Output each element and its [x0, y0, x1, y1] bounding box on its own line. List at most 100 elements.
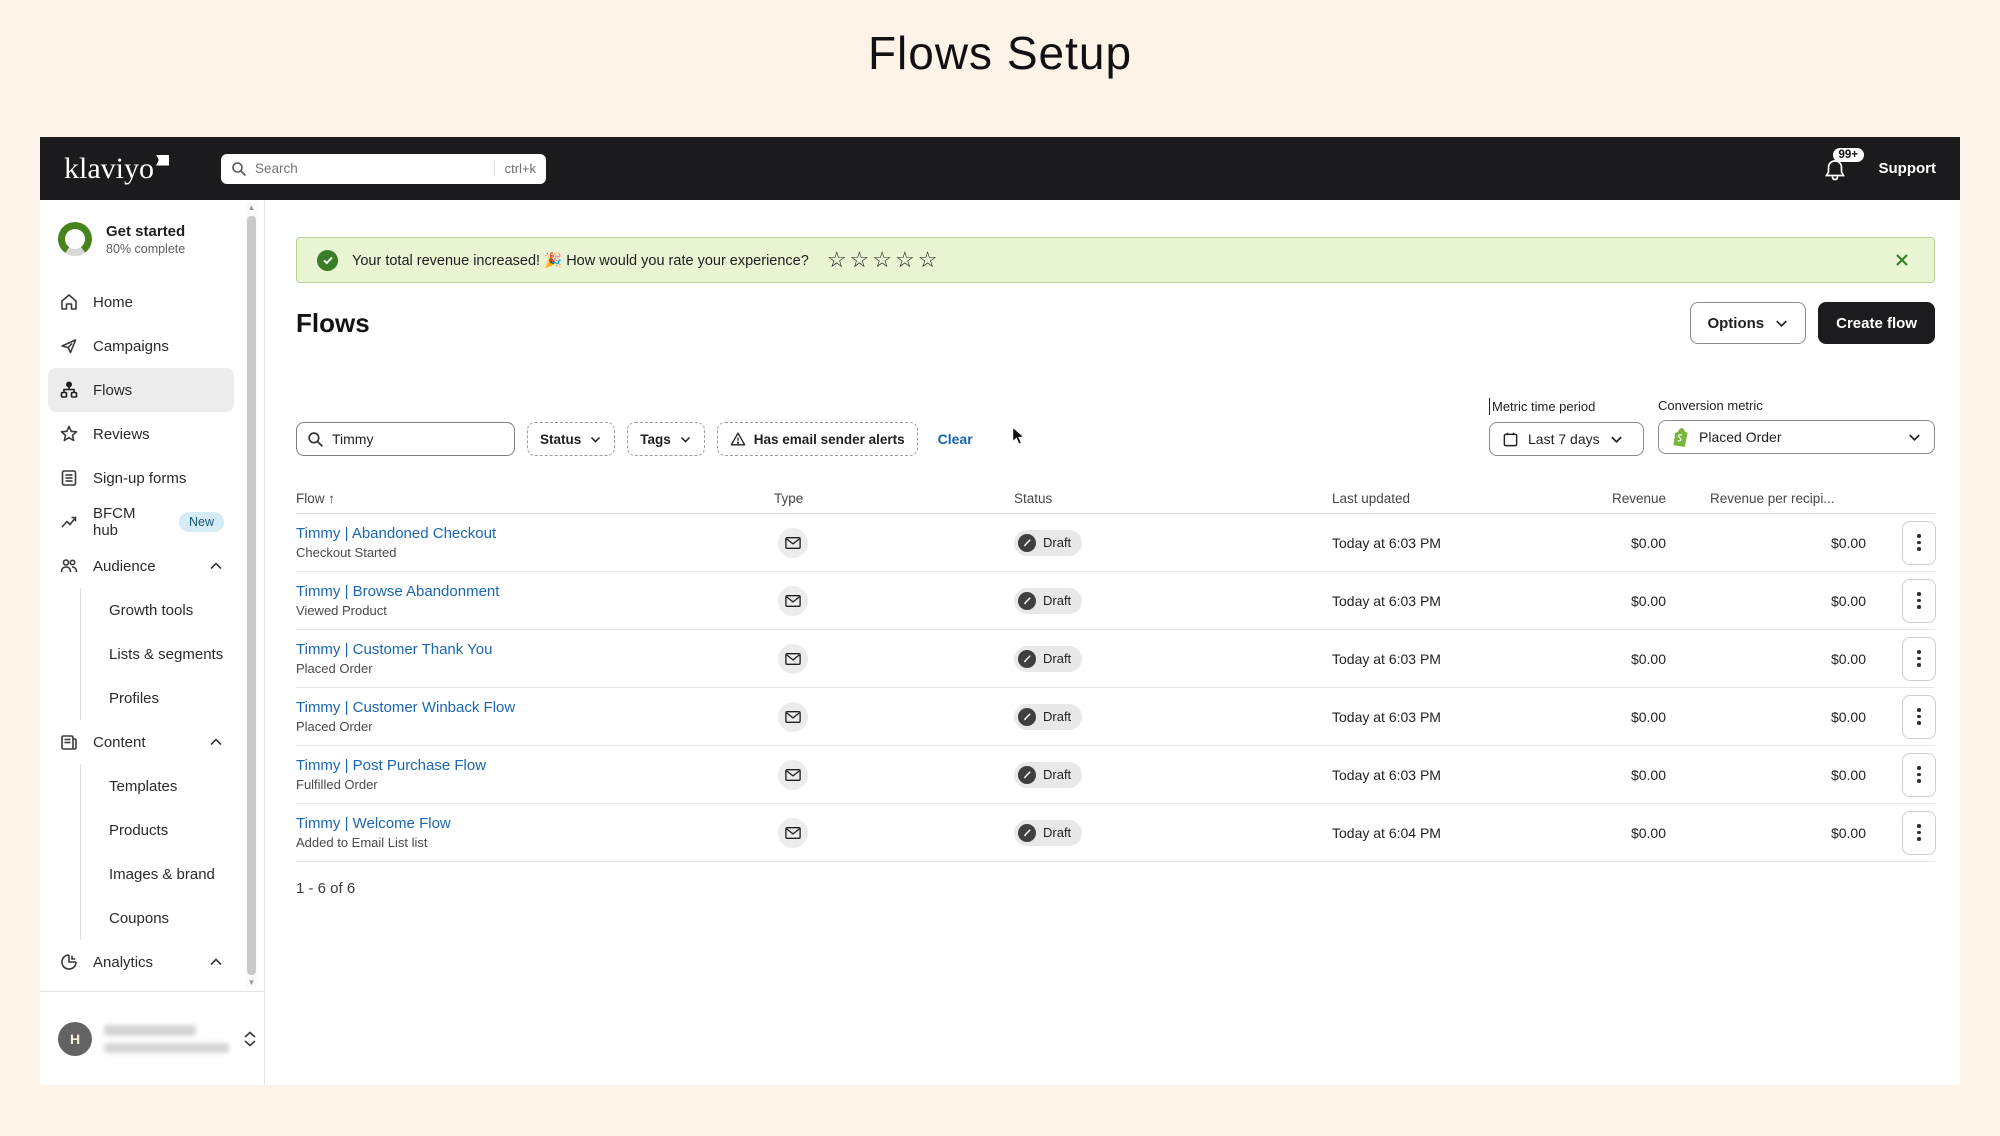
new-badge: New	[178, 512, 224, 532]
conversion-metric-select[interactable]: Placed Order	[1658, 420, 1935, 454]
close-icon[interactable]	[1890, 248, 1914, 272]
row-menu-button[interactable]	[1902, 694, 1936, 739]
main-content: Your total revenue increased! 🎉 How woul…	[265, 200, 1960, 1085]
sidebar-item-label: Flows	[93, 381, 133, 399]
column-header-revenue-per-recipient[interactable]: Revenue per recipi...	[1702, 491, 1902, 506]
sidebar-item-profiles[interactable]: Profiles	[81, 676, 264, 720]
search-icon	[231, 161, 247, 177]
sidebar-item-label: Reviews	[93, 425, 150, 443]
row-menu-button[interactable]	[1902, 578, 1936, 623]
revenue-per-recipient-cell: $0.00	[1830, 766, 1866, 783]
chevron-up-icon	[208, 558, 224, 574]
get-started-widget[interactable]: Get started 80% complete	[40, 218, 264, 260]
sidebar-item-label: Growth tools	[109, 601, 194, 619]
status-badge: Draft	[1014, 587, 1083, 614]
metric-time-period-select[interactable]: Last 7 days	[1489, 422, 1644, 456]
pagination-summary: 1 - 6 of 6	[296, 880, 356, 897]
row-menu-button[interactable]	[1902, 520, 1936, 565]
scroll-down-arrow[interactable]: ▼	[246, 977, 257, 989]
options-button[interactable]: Options	[1690, 302, 1807, 344]
flows-icon	[58, 380, 79, 401]
email-type-icon	[778, 643, 808, 674]
klaviyo-logo[interactable]: klaviyo	[64, 152, 169, 186]
status-badge: Draft	[1014, 761, 1083, 788]
sidebar-item-audience[interactable]: Audience	[48, 544, 234, 588]
flow-name-link[interactable]: Timmy | Welcome Flow	[296, 815, 774, 832]
chevron-down-icon	[680, 436, 690, 443]
flow-name-link[interactable]: Timmy | Abandoned Checkout	[296, 525, 774, 542]
flow-trigger: Checkout Started	[296, 545, 397, 560]
sidebar: Get started 80% complete Home Campaigns	[40, 200, 265, 1085]
row-menu-button[interactable]	[1902, 810, 1936, 855]
sidebar-item-label: Coupons	[109, 909, 170, 927]
chevron-down-icon	[591, 436, 601, 443]
table-row: Timmy | Abandoned Checkout Checkout Star…	[296, 514, 1936, 572]
column-header-type[interactable]: Type	[774, 491, 1014, 506]
warning-icon	[730, 432, 746, 446]
alerts-filter-label: Has email sender alerts	[753, 431, 905, 447]
table-row: Timmy | Post Purchase Flow Fulfilled Ord…	[296, 746, 1936, 804]
notifications-button[interactable]: 99+	[1823, 147, 1865, 184]
column-header-last-updated[interactable]: Last updated	[1332, 491, 1592, 506]
row-menu-button[interactable]	[1902, 636, 1936, 681]
email-type-icon	[778, 817, 808, 848]
sidebar-item-analytics[interactable]: Analytics	[48, 940, 234, 984]
sidebar-scrollbar[interactable]: ▲ ▼	[246, 202, 257, 989]
email-type-icon	[778, 759, 808, 790]
column-header-revenue[interactable]: Revenue	[1592, 491, 1702, 506]
flow-name-link[interactable]: Timmy | Browse Abandonment	[296, 583, 774, 600]
revenue-cell: $0.00	[1630, 824, 1666, 841]
clear-filters-link[interactable]: Clear	[938, 431, 973, 447]
sidebar-item-reviews[interactable]: Reviews	[48, 412, 234, 456]
sidebar-item-content[interactable]: Content	[48, 720, 234, 764]
sidebar-item-images-brand[interactable]: Images & brand	[81, 852, 264, 896]
chevron-up-icon	[208, 734, 224, 750]
support-link[interactable]: Support	[1879, 160, 1937, 177]
email-sender-alerts-filter[interactable]: Has email sender alerts	[716, 422, 918, 456]
metric-time-period-value: Last 7 days	[1528, 431, 1600, 447]
flows-search-field[interactable]	[296, 422, 515, 456]
trending-up-icon	[58, 512, 79, 533]
sidebar-item-home[interactable]: Home	[48, 280, 234, 324]
tags-filter[interactable]: Tags	[627, 422, 705, 456]
audience-subgroup: Growth tools Lists & segments Profiles	[80, 588, 264, 720]
flows-search-input[interactable]	[332, 431, 504, 447]
email-type-icon	[778, 701, 808, 732]
flow-name-link[interactable]: Timmy | Customer Winback Flow	[296, 699, 774, 716]
column-header-flow[interactable]: Flow ↑	[296, 491, 774, 506]
sidebar-item-products[interactable]: Products	[81, 808, 264, 852]
sidebar-item-growth-tools[interactable]: Growth tools	[81, 588, 264, 632]
sidebar-item-label: Images & brand	[109, 865, 215, 883]
flow-name-link[interactable]: Timmy | Post Purchase Flow	[296, 757, 774, 774]
row-menu-button[interactable]	[1902, 752, 1936, 797]
sidebar-item-lists-segments[interactable]: Lists & segments	[81, 632, 264, 676]
last-updated-cell: Today at 6:03 PM	[1332, 766, 1441, 783]
last-updated-cell: Today at 6:03 PM	[1332, 592, 1441, 609]
sidebar-item-campaigns[interactable]: Campaigns	[48, 324, 234, 368]
audience-icon	[58, 556, 79, 577]
global-search-input[interactable]	[255, 161, 486, 176]
account-switcher[interactable]: H	[40, 991, 264, 1085]
global-search[interactable]: ctrl+k	[221, 153, 546, 184]
sidebar-item-signup-forms[interactable]: Sign-up forms	[48, 456, 234, 500]
avatar: H	[58, 1021, 92, 1056]
sidebar-item-flows[interactable]: Flows	[48, 368, 234, 412]
top-navigation-bar: klaviyo ctrl+k 99+ Support	[40, 137, 1960, 200]
sidebar-item-coupons[interactable]: Coupons	[81, 896, 264, 940]
scrollbar-thumb[interactable]	[247, 216, 256, 975]
status-filter[interactable]: Status	[527, 422, 616, 456]
metric-time-period-label: Metric time period	[1489, 398, 1644, 415]
flow-name-link[interactable]: Timmy | Customer Thank You	[296, 641, 774, 658]
last-updated-cell: Today at 6:03 PM	[1332, 708, 1441, 725]
flow-trigger: Fulfilled Order	[296, 777, 378, 792]
star-rating[interactable]: ☆☆☆☆☆	[827, 249, 941, 271]
content-icon	[58, 732, 79, 753]
sidebar-item-bfcm-hub[interactable]: BFCM hub New	[48, 500, 234, 544]
notifications-badge: 99+	[1832, 147, 1865, 162]
sidebar-item-templates[interactable]: Templates	[81, 764, 264, 808]
create-flow-button[interactable]: Create flow	[1818, 302, 1935, 344]
column-header-status[interactable]: Status	[1014, 491, 1332, 506]
content-subgroup: Templates Products Images & brand Coupon…	[80, 764, 264, 940]
scroll-up-arrow[interactable]: ▲	[246, 202, 257, 214]
table-row: Timmy | Customer Thank You Placed Order …	[296, 630, 1936, 688]
